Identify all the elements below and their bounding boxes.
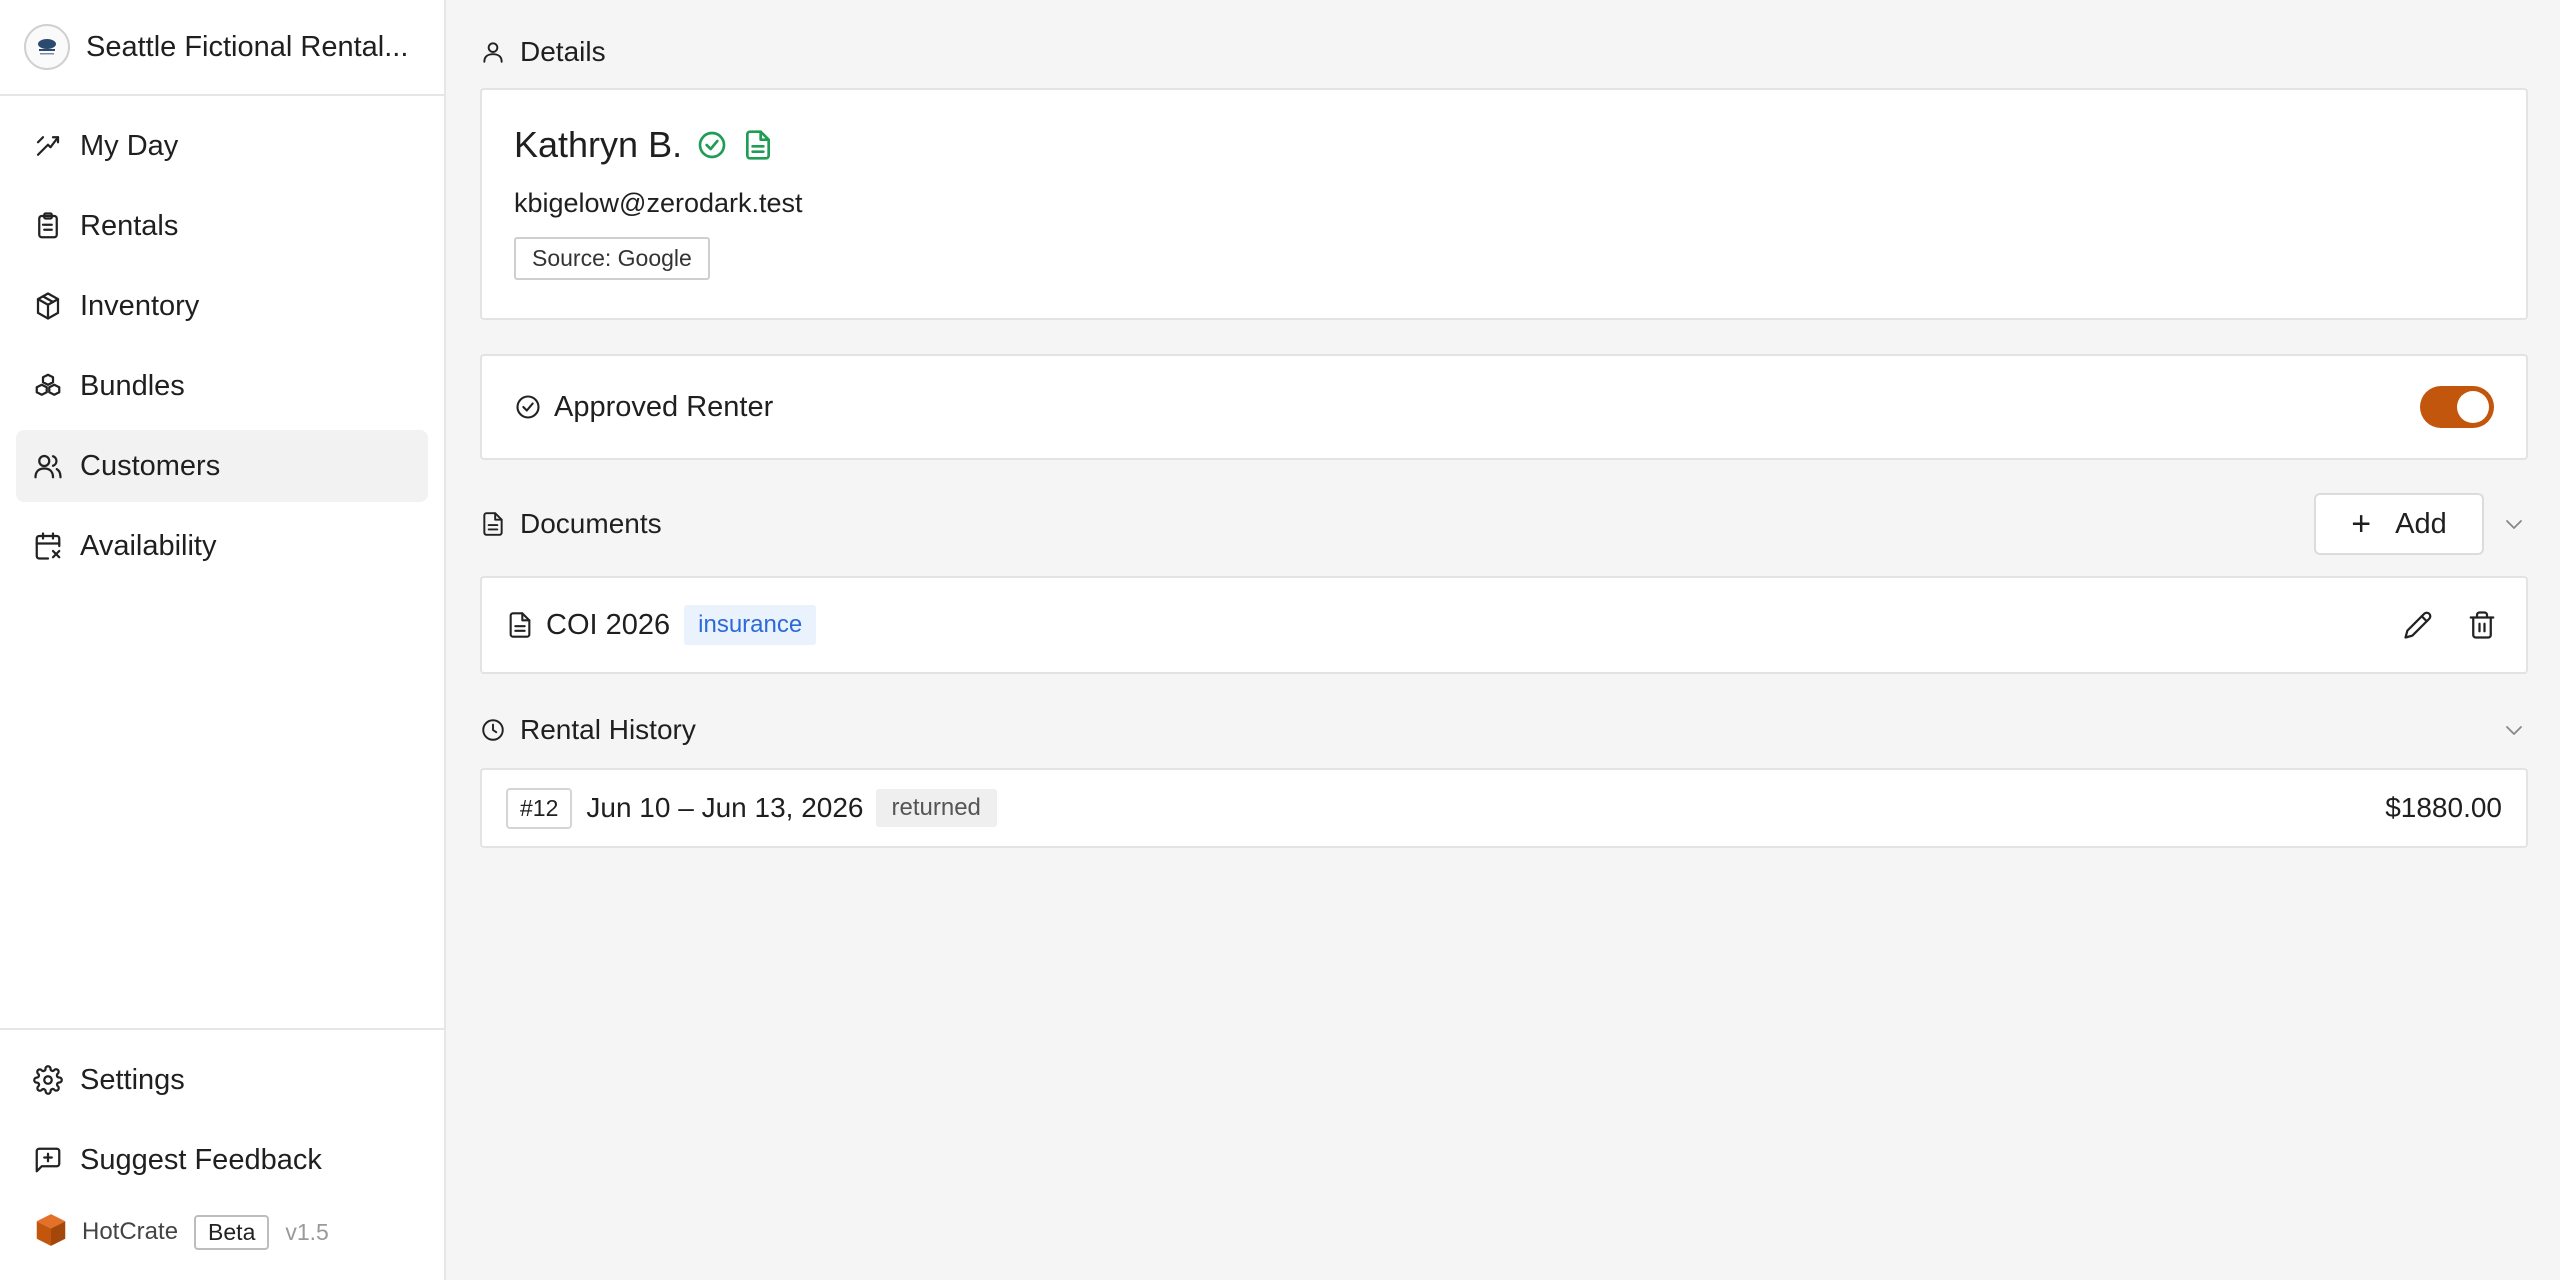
rental-history-row[interactable]: #12 Jun 10 – Jun 13, 2026 returned $1880… [480,768,2528,848]
brand-name: Seattle Fictional Rental... [86,30,409,63]
status-badge: returned [875,789,997,827]
chevron-down-icon[interactable] [2500,718,2528,742]
plus-icon: + [2351,504,2372,543]
approved-renter-label-group: Approved Renter [514,391,773,424]
app-name: HotCrate [82,1218,179,1245]
sidebar-item-my-day[interactable]: My Day [16,110,428,182]
rental-amount: $1880.00 [2385,792,2502,823]
documents-actions: + Add [2314,493,2528,555]
sidebar-item-label: Rentals [80,209,179,242]
pencil-icon[interactable] [2398,605,2438,645]
sidebar: Seattle Fictional Rental... My Day Renta… [0,0,446,1280]
package-icon [32,290,64,322]
sidebar-item-label: Availability [80,529,217,562]
sidebar-item-label: Inventory [80,289,200,322]
customer-email: kbigelow@zerodark.test [514,188,803,218]
customer-details-card: Kathryn B. kbigelow@zerodark.test Source… [480,88,2528,320]
approved-renter-card: Approved Renter [480,354,2528,460]
sidebar-item-rentals[interactable]: Rentals [16,190,428,262]
sidebar-bottom: Settings Suggest Feedback HotCrate Beta … [0,1028,444,1280]
approved-renter-toggle[interactable] [2420,386,2494,428]
feedback-icon [32,1144,64,1176]
main-content: Details Kathryn B. kbigelow@zerodark.tes… [446,0,2560,1280]
document-verified-icon [742,129,774,161]
bundles-icon [32,370,64,402]
documents-header: Documents + Add [480,493,2528,555]
documents-title: Documents [520,508,662,539]
sidebar-item-inventory[interactable]: Inventory [16,270,428,342]
user-icon [480,38,508,66]
document-tag: insurance [684,605,817,645]
users-icon [32,450,64,482]
sidebar-item-availability[interactable]: Availability [16,510,428,582]
sidebar-item-label: Settings [80,1063,185,1096]
brand-header[interactable]: Seattle Fictional Rental... [0,0,444,96]
verified-check-icon [696,129,728,161]
document-row[interactable]: COI 2026 insurance [480,576,2528,674]
document-title: COI 2026 [546,608,671,641]
version-label: v1.5 [285,1218,329,1245]
customer-name: Kathryn B. [514,124,683,165]
beta-badge: Beta [194,1214,270,1250]
sidebar-item-label: Bundles [80,369,185,402]
app-footer: HotCrate Beta v1.5 [16,1204,428,1260]
clipboard-icon [32,210,64,242]
documents-title-group: Documents [480,508,662,540]
file-icon [480,510,508,538]
clock-icon [480,716,508,744]
brand-logo [24,24,70,70]
rental-history-title-group: Rental History [480,714,696,746]
chevron-down-icon[interactable] [2500,512,2528,536]
gear-icon [32,1064,64,1096]
rental-history-header: Rental History [480,708,2528,752]
sidebar-nav: My Day Rentals Inventory Bundles Custome… [0,96,444,1028]
sidebar-item-label: Suggest Feedback [80,1143,322,1176]
sidebar-item-customers[interactable]: Customers [16,430,428,502]
trend-icon [32,130,64,162]
check-circle-icon [514,393,542,421]
document-info: COI 2026 insurance [506,605,817,645]
add-button-label: Add [2395,507,2447,540]
app-root: Seattle Fictional Rental... My Day Renta… [0,0,2560,1280]
sidebar-item-label: Customers [80,449,221,482]
document-actions [2374,605,2502,645]
customer-name-row: Kathryn B. [514,124,2494,166]
approved-renter-label: Approved Renter [554,390,774,423]
add-document-button[interactable]: + Add [2314,493,2484,555]
order-number: #12 [506,787,573,829]
document-icon [506,611,534,639]
details-title: Details [520,36,606,67]
rental-history-title: Rental History [520,714,696,745]
sidebar-item-bundles[interactable]: Bundles [16,350,428,422]
sidebar-item-settings[interactable]: Settings [16,1044,428,1116]
sidebar-item-label: My Day [80,129,179,162]
trash-icon[interactable] [2462,605,2502,645]
sidebar-item-suggest-feedback[interactable]: Suggest Feedback [16,1124,428,1196]
hotcrate-logo-icon [32,1211,70,1254]
calendar-x-icon [32,530,64,562]
rental-info: #12 Jun 10 – Jun 13, 2026 returned [506,787,997,829]
rental-dates: Jun 10 – Jun 13, 2026 [586,792,864,823]
source-tag: Source: Google [514,237,710,280]
